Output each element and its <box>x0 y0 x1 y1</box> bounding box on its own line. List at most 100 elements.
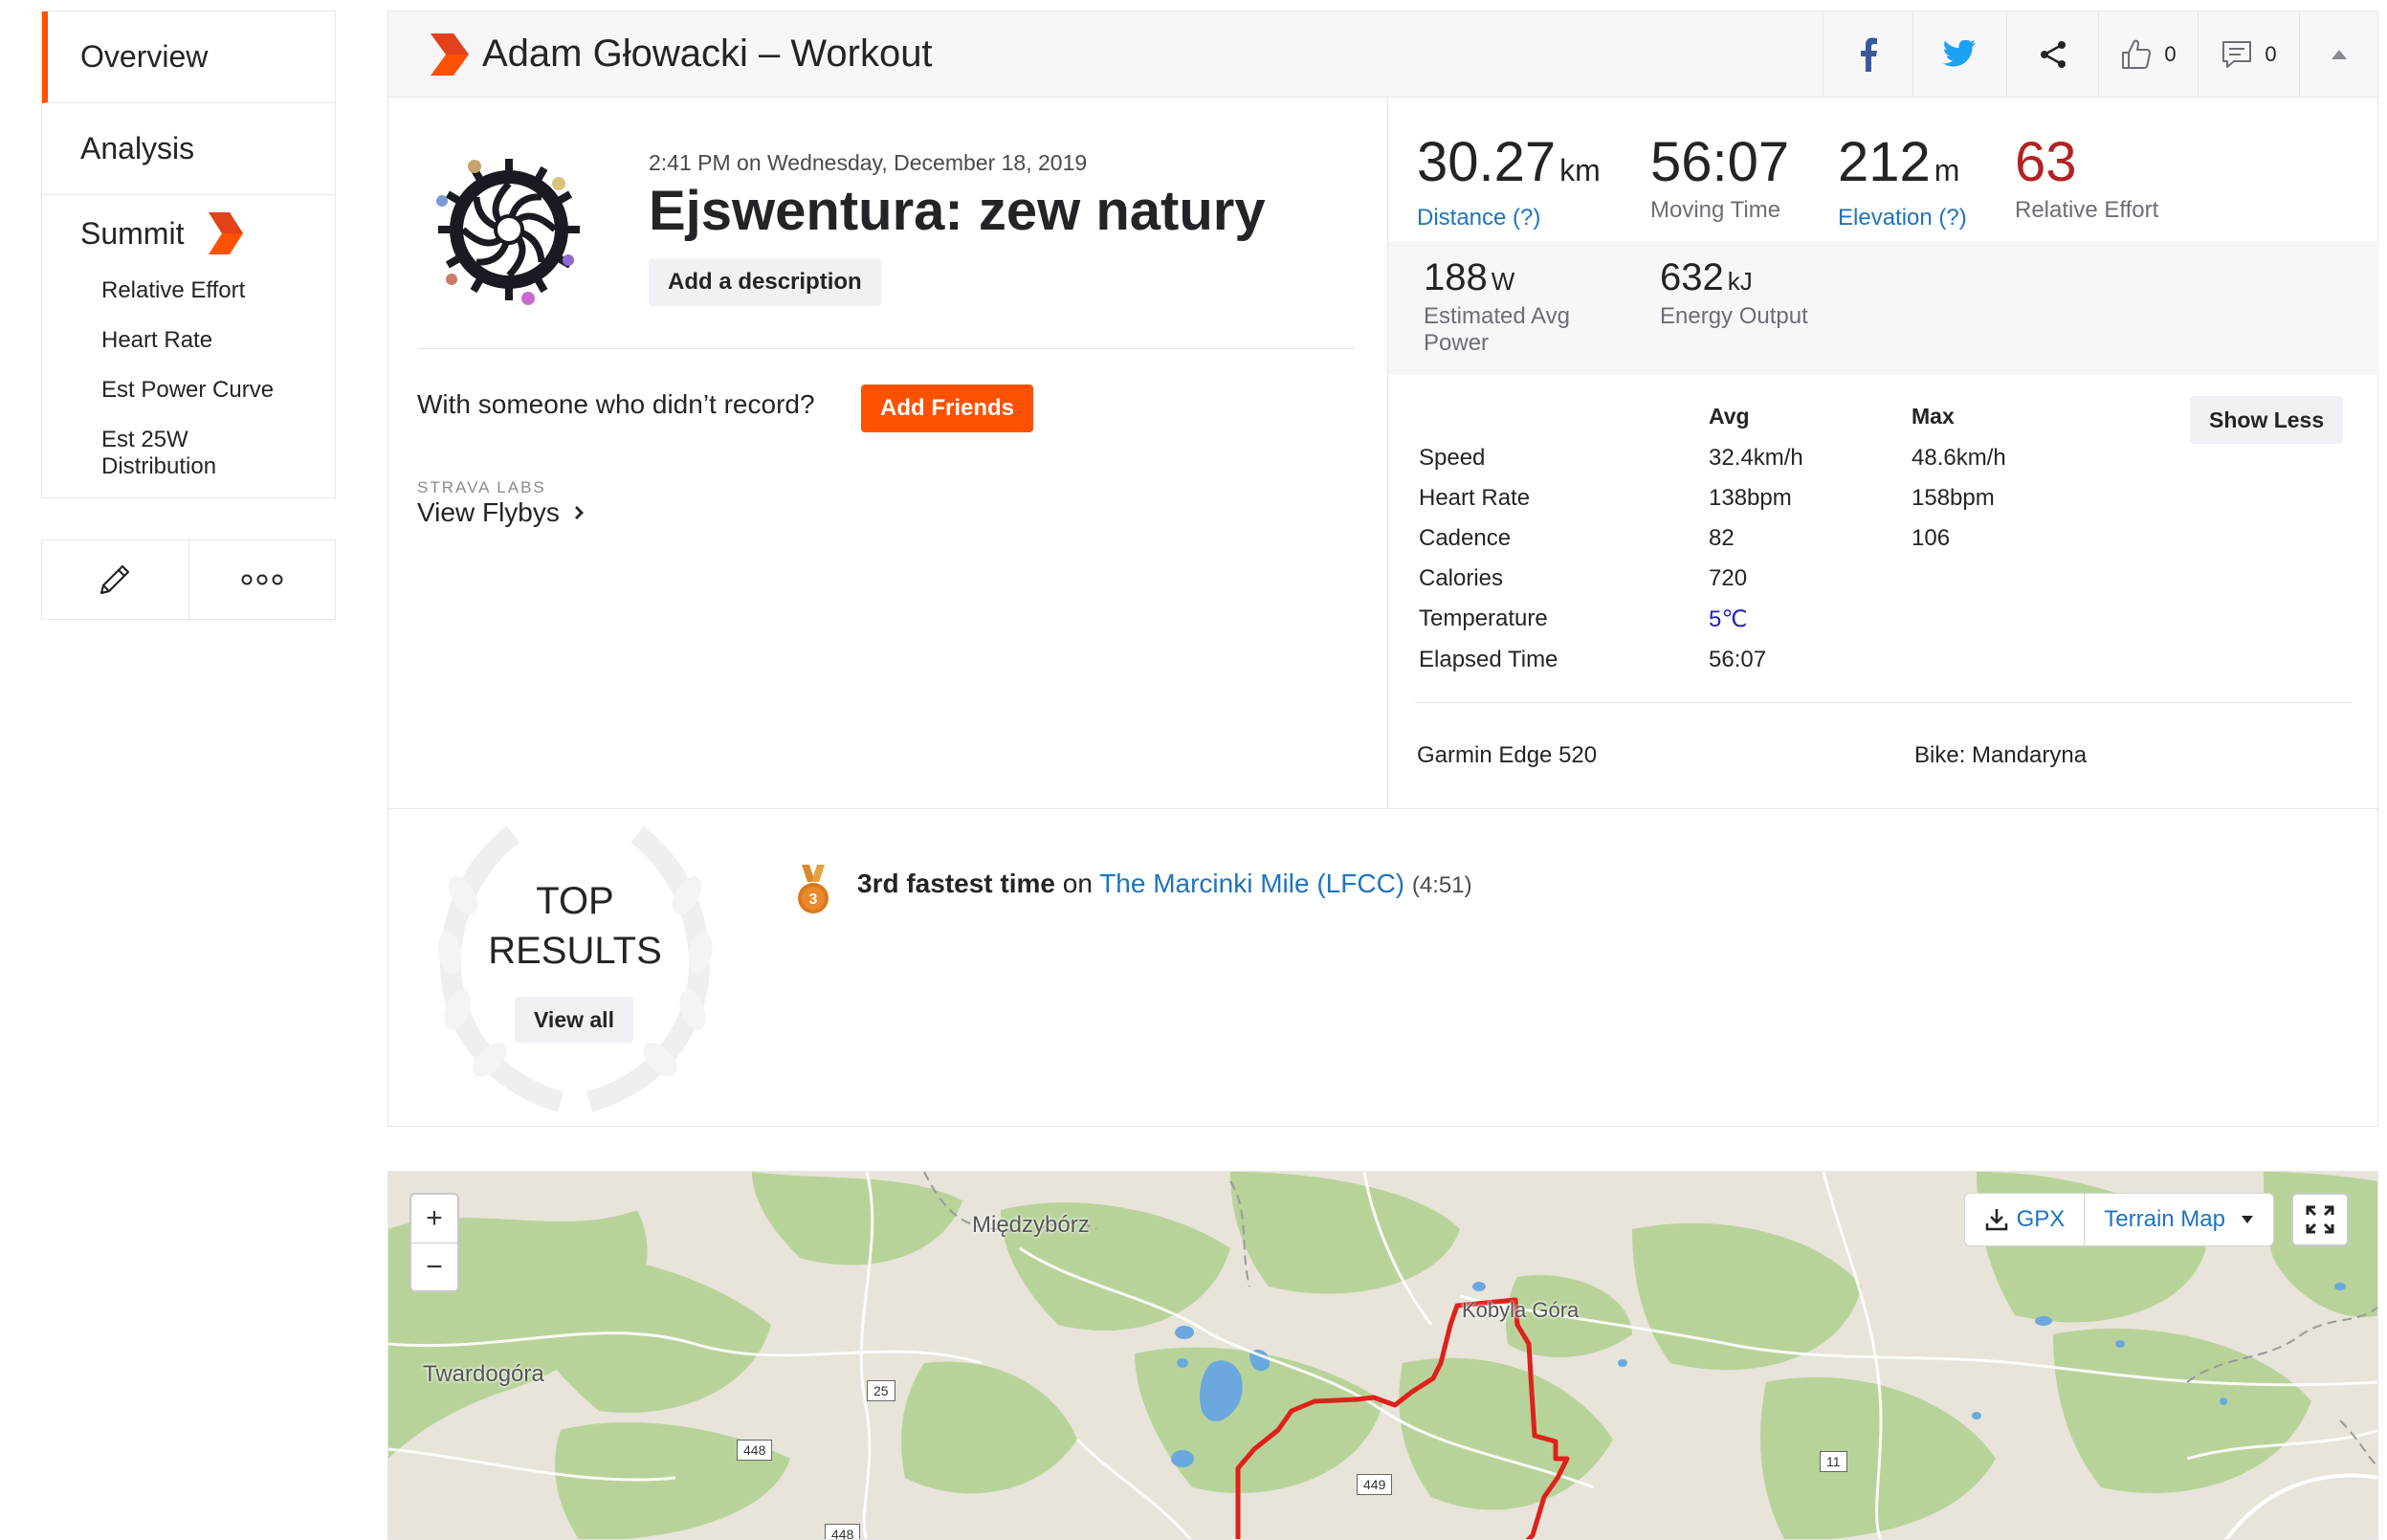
table-row: Heart Rate 138bpm 158bpm <box>1388 485 2379 525</box>
with-someone-text: With someone who didn’t record? <box>417 389 815 419</box>
stat-distance: 30.27 km Distance (?) <box>1417 134 1601 231</box>
share-icon <box>2040 40 2066 68</box>
facebook-icon <box>1860 37 1877 72</box>
more-icon <box>241 574 283 585</box>
activity-date: 2:41 PM on Wednesday, December 18, 2019 <box>649 150 1088 175</box>
sidebar-item-analysis[interactable]: Analysis <box>42 103 335 195</box>
row-max: 106 <box>1912 525 1951 551</box>
secondary-stats: 188 W Estimated Avg Power 632 kJ Energy Ou… <box>1388 241 2379 375</box>
top-results-title: TOP RESULTS <box>417 876 733 976</box>
distance-help-link[interactable]: Distance (?) <box>1417 205 1601 231</box>
road-badge: 449 <box>1357 1474 1393 1495</box>
stat-value: 188 <box>1424 256 1488 298</box>
divider <box>1415 702 2353 703</box>
sidebar-subitem-25w-distribution[interactable]: Est 25W Distribution <box>101 427 245 480</box>
row-max: 48.6km/h <box>1912 445 2006 471</box>
row-avg: 82 <box>1709 525 1735 551</box>
stat-unit: W <box>1491 267 1515 296</box>
table-row: Temperature 5℃ <box>1388 605 2379 646</box>
share-button[interactable] <box>2006 11 2098 97</box>
comment-count: 0 <box>2265 41 2277 66</box>
sidebar-item-overview[interactable]: Overview <box>42 11 335 103</box>
facebook-share-button[interactable] <box>1823 11 1912 97</box>
zoom-in-button[interactable]: + <box>411 1195 457 1243</box>
view-all-button[interactable]: View all <box>515 997 633 1043</box>
row-label: Cadence <box>1419 525 1512 551</box>
comment-button[interactable]: 0 <box>2198 11 2299 97</box>
temperature-link[interactable]: 5℃ <box>1709 605 1747 633</box>
map-type-label: Terrain Map <box>2104 1206 2225 1232</box>
sidebar-item-label: Overview <box>80 39 209 74</box>
table-row: Cadence 82 106 <box>1388 525 2379 565</box>
row-avg: 32.4km/h <box>1709 445 1803 471</box>
divider <box>417 348 1355 349</box>
stat-moving-time: 56:07 Moving Time <box>1650 134 1789 224</box>
zoom-out-button[interactable]: − <box>411 1243 457 1290</box>
column-header-max: Max <box>1912 404 1955 429</box>
activity-summary: 2:41 PM on Wednesday, December 18, 2019 … <box>388 98 1387 808</box>
thumbs-up-icon <box>2122 39 2152 69</box>
stat-relative-effort[interactable]: 63 Relative Effort <box>2015 134 2158 224</box>
bronze-medal-icon: 3 <box>798 865 829 913</box>
sidebar-subitem-power-curve[interactable]: Est Power Curve <box>101 377 335 404</box>
elevation-help-link[interactable]: Elevation (?) <box>1838 205 1967 231</box>
segment-link[interactable]: The Marcinki Mile (LFCC) <box>1099 869 1404 898</box>
row-label: Calories <box>1419 565 1504 591</box>
device-name: Garmin Edge 520 <box>1417 742 1598 768</box>
road-badge: 448 <box>737 1440 773 1461</box>
achievement-on: on <box>1062 869 1093 898</box>
bike-name[interactable]: Bike: Mandaryna <box>1914 742 2087 769</box>
stat-value: 56:07 <box>1650 131 1790 193</box>
sidebar-subitem-relative-effort[interactable]: Relative Effort <box>101 277 335 304</box>
sidebar-item-label: Summit <box>80 215 185 251</box>
avatar[interactable] <box>425 145 593 314</box>
activity-stats: 30.27 km Distance (?) 56:07 Moving Time 2… <box>1387 98 2379 808</box>
map-type-select[interactable]: Terrain Map <box>2085 1193 2274 1246</box>
view-flybys-link[interactable]: View Flybys <box>417 497 585 528</box>
edit-button[interactable] <box>42 540 188 619</box>
map-place-label: Kobyla Góra <box>1462 1298 1580 1322</box>
map-place-label: Międzybórz <box>972 1212 1090 1238</box>
summit-sub-items: Relative Effort Heart Rate Est Power Cur… <box>42 272 335 497</box>
stat-power: 188 W Estimated Avg Power <box>1424 256 1615 357</box>
kudos-button[interactable]: 0 <box>2098 11 2198 97</box>
primary-stats: 30.27 km Distance (?) 56:07 Moving Time 2… <box>1388 98 2379 241</box>
sidebar-subitem-heart-rate[interactable]: Heart Rate <box>101 327 335 354</box>
column-header-avg: Avg <box>1709 404 1750 429</box>
stat-unit: km <box>1559 153 1601 187</box>
row-max: 158bpm <box>1912 485 1995 511</box>
stat-elevation: 212 m Elevation (?) <box>1838 134 1967 231</box>
stat-value: 632 <box>1660 256 1724 298</box>
stat-value: 63 <box>2015 131 2077 193</box>
sidebar-item-summit[interactable]: Summit <box>42 195 335 272</box>
fullscreen-button[interactable] <box>2291 1193 2349 1246</box>
activity-type-icon <box>431 33 469 76</box>
map-controls: GPX Terrain Map <box>1963 1193 2274 1246</box>
caret-down-icon <box>2242 1216 2253 1223</box>
kudos-count: 0 <box>2164 41 2177 66</box>
download-gpx-button[interactable]: GPX <box>1963 1193 2086 1246</box>
twitter-share-button[interactable] <box>1912 11 2006 97</box>
top-results-title-line: RESULTS <box>488 930 662 972</box>
chevron-right-icon <box>574 506 584 519</box>
show-less-button[interactable]: Show Less <box>2190 396 2344 444</box>
stat-energy: 632 kJ Energy Output <box>1660 256 1808 330</box>
row-label: Temperature <box>1419 605 1548 631</box>
road-badge: 448 <box>825 1524 861 1539</box>
twitter-icon <box>1942 39 1976 67</box>
sidebar: Overview Analysis Summit Relative Effort… <box>41 11 336 498</box>
route-map[interactable]: Międzybórz Twardogóra Kobyla Góra 25 448… <box>387 1171 2378 1540</box>
achievement-text: 3rd fastest time <box>857 869 1055 898</box>
achievement-line: 3rd fastest time on The Marcinki Mile (L… <box>857 869 1472 899</box>
add-description-button[interactable]: Add a description <box>649 258 881 306</box>
collapse-button[interactable] <box>2299 11 2377 97</box>
more-actions-button[interactable] <box>188 540 336 619</box>
road-badge: 11 <box>1820 1451 1847 1472</box>
add-friends-button[interactable]: Add Friends <box>861 385 1034 432</box>
stat-label: Moving Time <box>1650 197 1781 223</box>
row-label: Heart Rate <box>1419 485 1531 511</box>
sidebar-item-label: Analysis <box>80 131 195 165</box>
activity-card: Adam Głowacki – Workout 0 0 2:41 PM on W… <box>387 11 2379 1127</box>
table-row: Calories 720 <box>1388 565 2379 605</box>
header-actions: 0 0 <box>1823 11 2377 97</box>
